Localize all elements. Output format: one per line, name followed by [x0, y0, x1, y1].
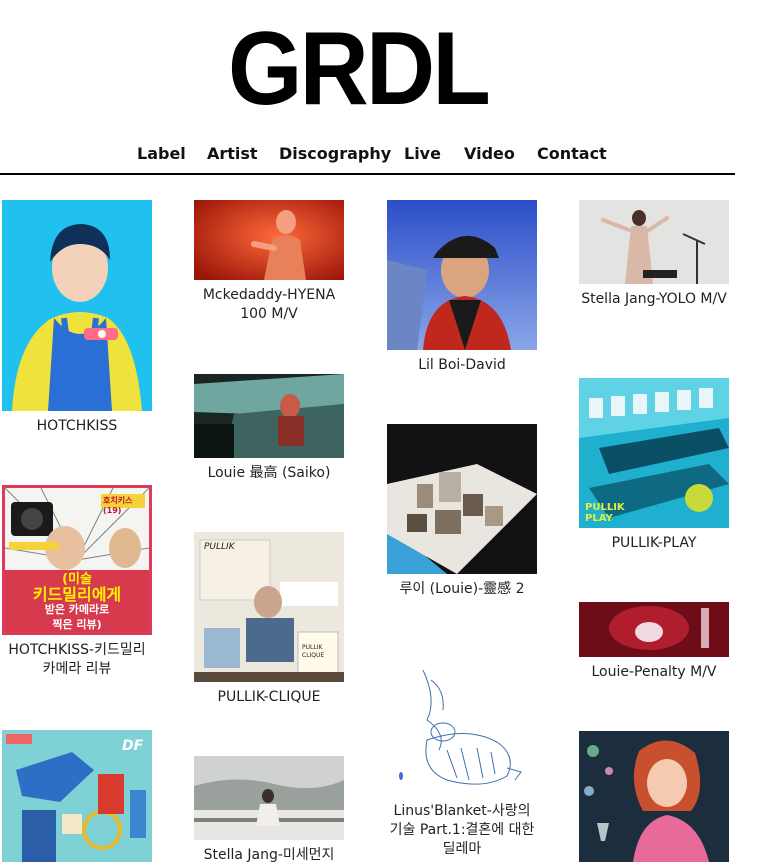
post-card[interactable]: Louie-Penalty M/V — [579, 602, 729, 682]
album-tag: PULLIK — [204, 542, 235, 552]
post-card[interactable]: 루이 (Louie)-靈感 2 — [387, 424, 537, 599]
card-caption[interactable]: Louie 最高 (Saiko) — [194, 464, 344, 483]
album-tag: PULLIK CLIQUE — [302, 644, 325, 659]
post-card[interactable]: PULLIK PULLIK CLIQUE PULLIK-CLIQUE — [194, 532, 344, 707]
post-card[interactable]: Linus'Blanket-사랑의 기술 Part.1:결혼에 대한 딜레마 — [387, 660, 537, 859]
overlay-line: 키드밀리에게 — [32, 585, 122, 604]
card-caption[interactable]: Lil Boi-David — [387, 356, 537, 375]
album-tag: PULLIK PLAY — [585, 502, 625, 524]
nav-artist[interactable]: Artist — [207, 144, 258, 163]
main-nav: Label Artist Discography Live Video Cont… — [0, 140, 735, 175]
card-caption[interactable]: PULLIK-PLAY — [579, 534, 729, 553]
overlay-line: 받은 카메라로 — [44, 603, 110, 616]
line-drawing-image[interactable] — [387, 660, 537, 796]
portrait-cap-image[interactable] — [387, 200, 537, 350]
card-caption[interactable]: Stella Jang-미세먼지 — [194, 846, 344, 865]
red-drink-image[interactable] — [579, 602, 729, 657]
post-card[interactable] — [579, 731, 729, 862]
red-stage-image[interactable] — [194, 200, 344, 280]
car-scene-image[interactable] — [194, 374, 344, 458]
album-art-blue-collage-image[interactable]: DF — [2, 730, 152, 862]
post-card[interactable]: PULLIK PLAY PULLIK-PLAY — [579, 378, 729, 553]
card-caption[interactable]: PULLIK-CLIQUE — [194, 688, 344, 707]
card-caption[interactable]: HOTCHKISS-키드밀리 카메라 리뷰 — [2, 641, 152, 679]
post-card[interactable]: Mckedaddy-HYENA 100 M/V — [194, 200, 344, 324]
post-card[interactable]: Stella Jang-YOLO M/V — [579, 200, 729, 309]
card-caption[interactable]: Mckedaddy-HYENA 100 M/V — [194, 286, 344, 324]
rooftop-snow-image[interactable] — [194, 756, 344, 840]
portrait-yellow-shirt-image[interactable] — [2, 200, 152, 411]
collage-album-image[interactable]: PULLIK PULLIK CLIQUE — [194, 532, 344, 682]
nav-live[interactable]: Live — [404, 144, 441, 163]
performer-image[interactable] — [579, 200, 729, 284]
card-caption[interactable]: Louie-Penalty M/V — [579, 663, 729, 682]
album-badge: DF — [122, 738, 144, 754]
post-card[interactable]: 호치키스 (19) (미술 키드밀리에게 받은 카메라로 찍은 리뷰) HOTC… — [2, 485, 152, 679]
anime-girl-image[interactable] — [579, 731, 729, 862]
post-card[interactable]: DF — [2, 730, 152, 862]
site-logo[interactable]: GRDL — [228, 11, 491, 127]
thumb-tag: 호치키스 (19) — [103, 496, 133, 515]
thumb-overlay-text: (미술 키드밀리에게 받은 카메라로 찍은 리뷰) — [9, 572, 145, 632]
post-card[interactable]: Lil Boi-David — [387, 200, 537, 375]
nav-discography[interactable]: Discography — [279, 144, 391, 163]
post-card[interactable]: HOTCHKISS — [2, 200, 152, 436]
miniature-buildings-image[interactable] — [387, 424, 537, 574]
nav-video[interactable]: Video — [464, 144, 515, 163]
nav-contact[interactable]: Contact — [537, 144, 607, 163]
pool-chairs-image[interactable]: PULLIK PLAY — [579, 378, 729, 528]
post-card[interactable]: Stella Jang-미세먼지 — [194, 756, 344, 865]
overlay-line: 찍은 리뷰) — [52, 618, 102, 631]
card-caption[interactable]: Stella Jang-YOLO M/V — [579, 290, 729, 309]
nav-label[interactable]: Label — [137, 144, 186, 163]
card-caption[interactable]: Linus'Blanket-사랑의 기술 Part.1:결혼에 대한 딜레마 — [382, 802, 542, 859]
card-caption[interactable]: 루이 (Louie)-靈感 2 — [387, 580, 537, 599]
video-thumbnail-image[interactable]: 호치키스 (19) (미술 키드밀리에게 받은 카메라로 찍은 리뷰) — [2, 485, 152, 635]
card-caption[interactable]: HOTCHKISS — [2, 417, 152, 436]
post-card[interactable]: Louie 最高 (Saiko) — [194, 374, 344, 483]
